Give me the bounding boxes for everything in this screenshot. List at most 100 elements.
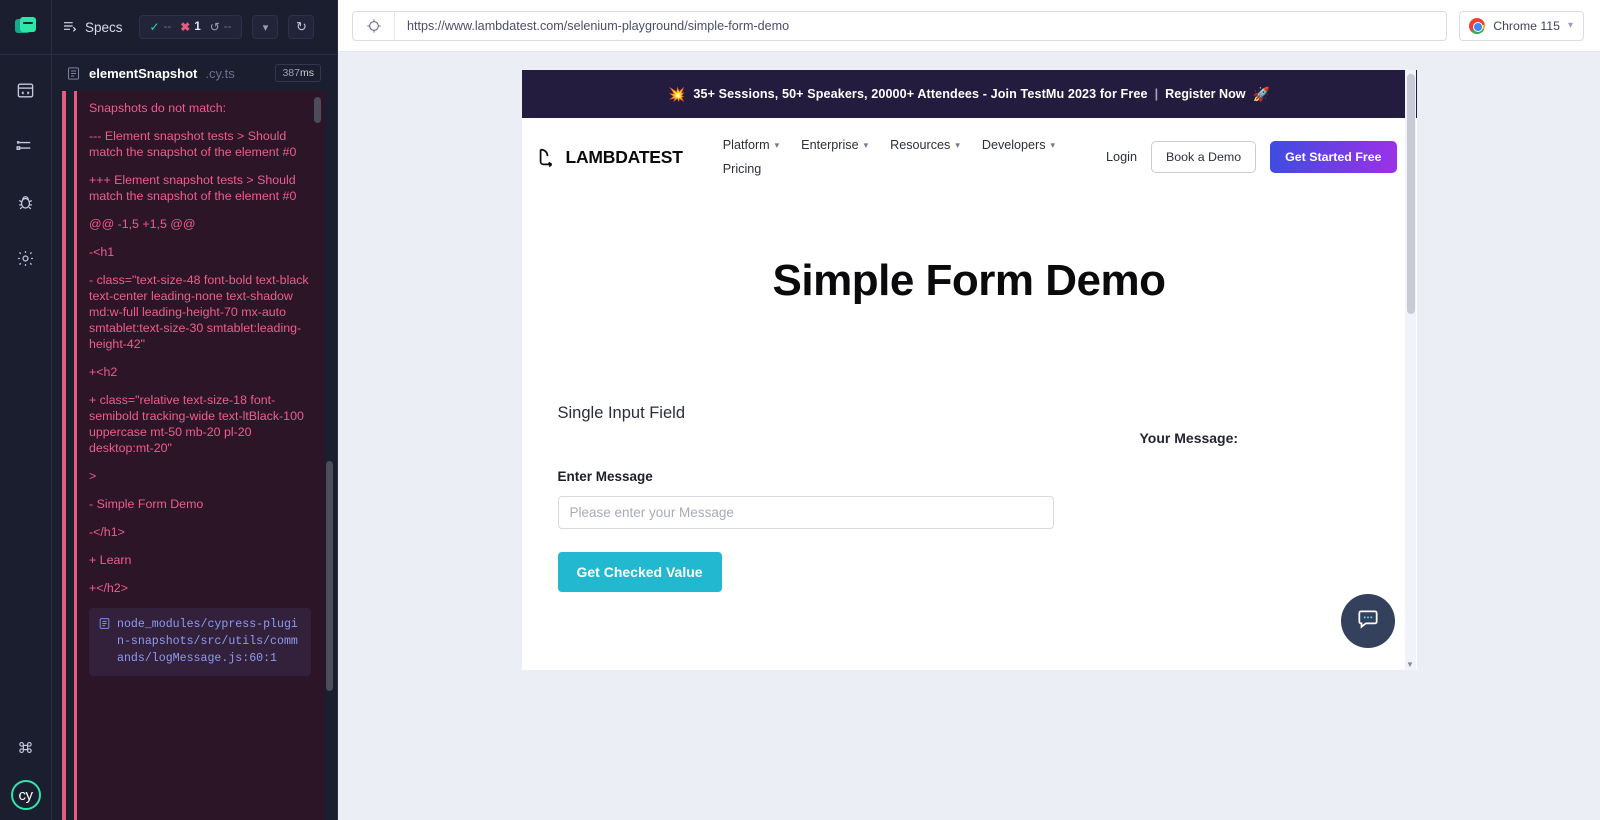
cypress-logo-container — [0, 0, 51, 55]
code-frame[interactable]: node_modules/cypress-plugin-snapshots/sr… — [89, 608, 311, 676]
test-reporter-panel: Specs ✓ -- ✖ 1 ↺ -- ▾ ↻ elementSnapshot … — [52, 0, 347, 820]
nav-row-secondary: Pricing — [723, 162, 1055, 176]
chevron-down-icon: ▾ — [863, 139, 869, 150]
error-line: +++ Element snapshot tests > Should matc… — [89, 173, 297, 203]
failed-indicator-bar — [62, 91, 66, 820]
code-frame-link[interactable]: node_modules/cypress-plugin-snapshots/sr… — [117, 616, 302, 667]
book-a-demo-button[interactable]: Book a Demo — [1151, 141, 1257, 173]
page-title: Simple Form Demo — [772, 256, 1166, 305]
left-nav-rail: cy — [0, 0, 52, 820]
cypress-test-runner: cy Specs ✓ -- ✖ 1 ↺ -- ▾ ↻ elementSnapsh… — [0, 0, 1600, 820]
close-icon: ✖ — [180, 20, 191, 34]
stat-passed: ✓ -- — [147, 20, 175, 34]
rerun-tests-button[interactable]: ↻ — [288, 15, 315, 39]
sidebar-item-runs[interactable] — [9, 129, 43, 163]
nav-item-platform[interactable]: Platform ▾ — [723, 138, 779, 152]
error-message-body: Snapshots do not match: --- Element snap… — [74, 91, 325, 820]
specs-button[interactable]: Specs — [62, 18, 123, 37]
error-line: -<h1 — [89, 245, 115, 259]
nav-label: Platform — [722, 138, 770, 152]
specs-list-icon — [62, 18, 78, 37]
specs-icon — [16, 81, 35, 100]
rail-icon-list — [9, 73, 43, 275]
spec-extension: .cy.ts — [205, 65, 235, 81]
error-line: - class="text-size-48 font-bold text-bla… — [89, 273, 309, 351]
reporter-header: Specs ✓ -- ✖ 1 ↺ -- ▾ ↻ — [52, 0, 337, 55]
nav-row-primary: Platform ▾ Enterprise ▾ Resources ▾ Deve… — [723, 138, 1055, 152]
browser-selector[interactable]: Chrome 115 ▾ — [1459, 10, 1584, 41]
error-line: @@ -1,5 +1,5 @@ — [89, 217, 196, 231]
code-file-icon — [98, 617, 111, 635]
promo-banner[interactable]: 💥 35+ Sessions, 50+ Speakers, 20000+ Att… — [521, 70, 1417, 118]
sidebar-item-settings[interactable] — [9, 241, 43, 275]
message-input[interactable] — [557, 496, 1054, 529]
url-input-container[interactable]: https://www.lambdatest.com/selenium-play… — [352, 10, 1448, 41]
nav-item-pricing[interactable]: Pricing — [723, 162, 762, 176]
spec-title-row[interactable]: elementSnapshot .cy.ts 387ms — [52, 55, 337, 91]
form-right-column: Your Message: — [1140, 404, 1239, 592]
stat-pending: ↺ -- — [207, 20, 235, 34]
brand-logo[interactable]: LAMBDATEST — [536, 146, 683, 168]
chevron-down-icon: ▾ — [955, 139, 960, 150]
register-now-link[interactable]: Register Now — [1165, 87, 1245, 101]
bug-icon — [16, 193, 35, 212]
error-line: +<h2 — [89, 365, 118, 379]
spec-name: elementSnapshot — [89, 65, 198, 81]
chat-icon — [1355, 606, 1381, 637]
chat-widget-button[interactable] — [1340, 594, 1395, 648]
duration-badge: 387ms — [275, 64, 321, 82]
scroll-down-arrow[interactable]: ▼ — [1404, 659, 1416, 670]
selector-playground-icon[interactable] — [353, 11, 395, 40]
cy-label: cy — [18, 786, 34, 804]
page-scrollbar-thumb[interactable] — [1406, 74, 1415, 314]
get-started-free-button[interactable]: Get Started Free — [1270, 141, 1397, 173]
passed-count: -- — [163, 21, 172, 33]
failed-count: 1 — [194, 21, 201, 33]
reporter-scrollbar-thumb[interactable] — [326, 461, 333, 691]
pending-count: -- — [223, 21, 232, 33]
collapse-all-button[interactable]: ▾ — [252, 15, 279, 39]
app-under-test-wrapper: 💥 35+ Sessions, 50+ Speakers, 20000+ Att… — [338, 52, 1600, 820]
rocket-icon: 🚀 — [1252, 85, 1271, 102]
cypress-logo — [14, 17, 37, 37]
stat-failed: ✖ 1 — [177, 20, 203, 34]
chevron-down-icon: ▾ — [1567, 20, 1573, 31]
app-under-test: 💥 35+ Sessions, 50+ Speakers, 20000+ Att… — [521, 70, 1417, 670]
form-area: Single Input Field Enter Message Get Che… — [522, 404, 1417, 592]
chevron-down-icon: ▾ — [774, 139, 780, 150]
nav-item-resources[interactable]: Resources ▾ — [890, 138, 960, 152]
keyboard-shortcuts-button[interactable] — [9, 730, 43, 764]
duration-value: 387 — [282, 67, 300, 79]
login-link[interactable]: Login — [1106, 150, 1137, 164]
get-checked-value-button[interactable]: Get Checked Value — [557, 552, 722, 592]
nav-label: Resources — [890, 138, 951, 152]
url-text[interactable]: https://www.lambdatest.com/selenium-play… — [395, 19, 801, 33]
nav-item-enterprise[interactable]: Enterprise ▾ — [801, 138, 868, 152]
nav-label: Enterprise — [801, 138, 859, 152]
error-line: -</h1> — [89, 525, 125, 539]
error-scrollbar-thumb[interactable] — [314, 97, 321, 123]
promo-separator: | — [1154, 87, 1159, 101]
error-line: Snapshots do not match: — [89, 101, 227, 115]
browser-name: Chrome 115 — [1493, 18, 1560, 33]
chevron-down-icon: ▾ — [262, 21, 269, 34]
nav-label: Developers — [981, 138, 1046, 152]
error-line: > — [89, 469, 97, 483]
command-key-icon — [17, 739, 34, 756]
nav-label: Pricing — [722, 162, 762, 176]
nav-item-developers[interactable]: Developers ▾ — [982, 138, 1055, 152]
error-line: +</h2> — [89, 581, 128, 595]
sidebar-item-debug[interactable] — [9, 185, 43, 219]
pending-icon: ↺ — [209, 20, 220, 34]
error-line: - Simple Form Demo — [89, 497, 204, 511]
check-icon: ✓ — [149, 20, 160, 34]
cypress-avatar[interactable]: cy — [10, 780, 41, 810]
chevron-down-icon: ▾ — [1050, 139, 1056, 150]
browser-pane: https://www.lambdatest.com/selenium-play… — [338, 0, 1600, 820]
lambdatest-mark-icon — [536, 146, 558, 168]
sidebar-item-specs[interactable] — [9, 73, 43, 107]
url-bar: https://www.lambdatest.com/selenium-play… — [338, 0, 1600, 52]
nav-actions: Login Book a Demo Get Started Free — [1106, 141, 1397, 173]
chrome-icon — [1469, 17, 1486, 34]
file-icon — [66, 66, 81, 81]
